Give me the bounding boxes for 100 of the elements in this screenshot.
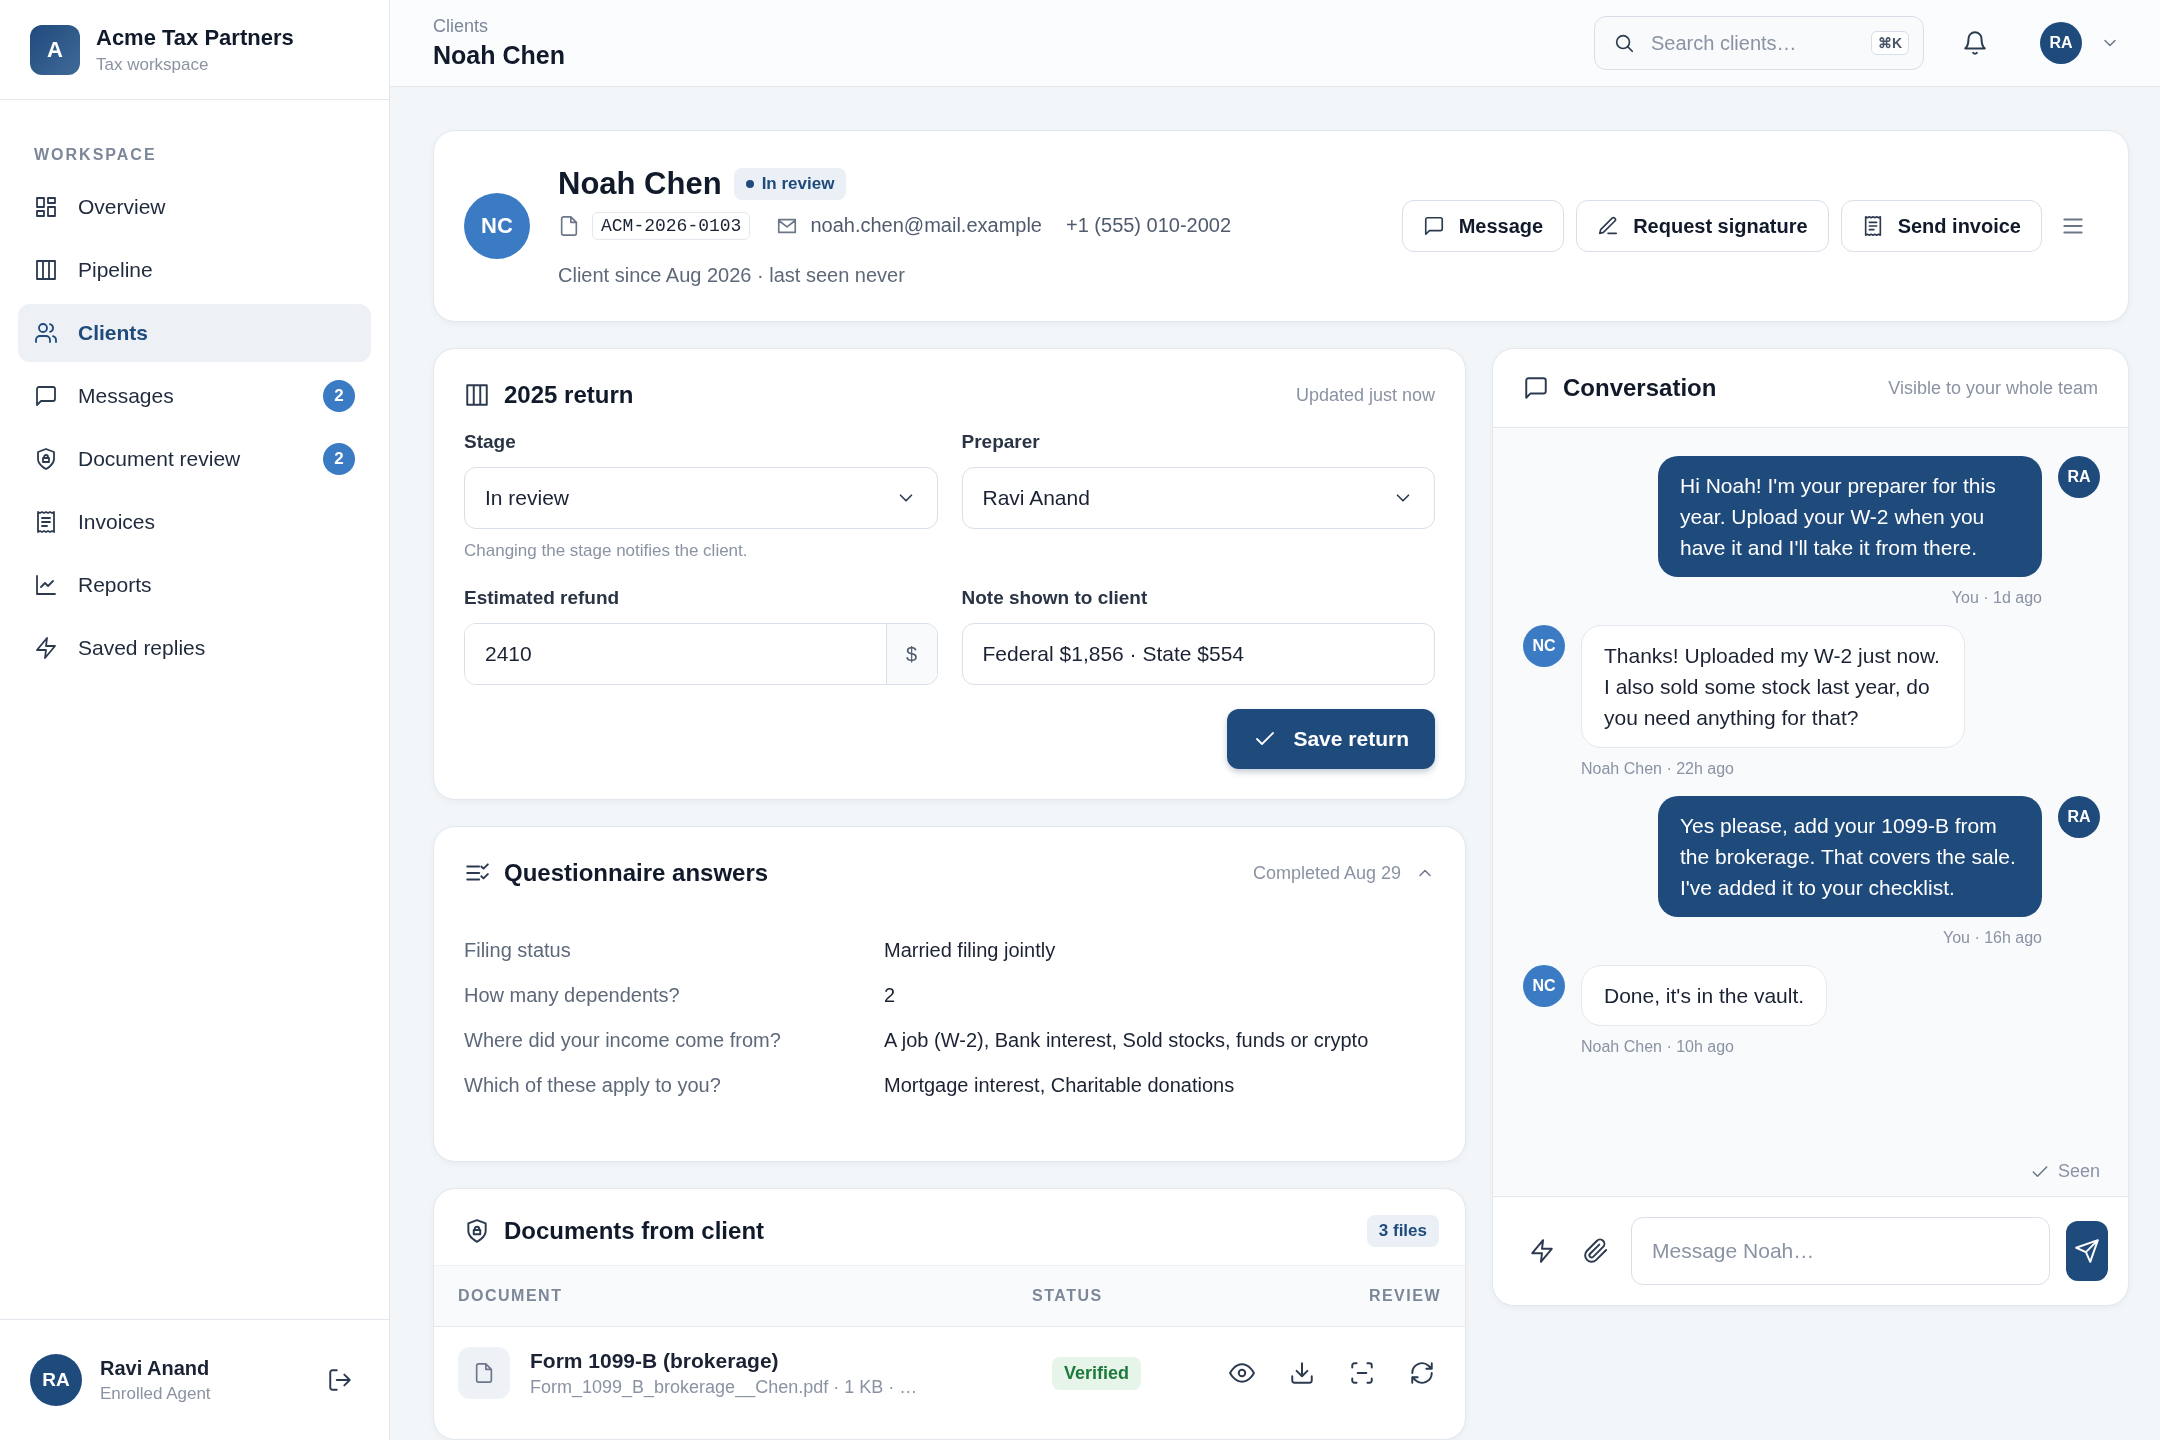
seen-status: Seen [2057,1161,2100,1182]
status-badge: Verified [1052,1356,1142,1390]
sender-avatar: NC [1523,965,1565,1007]
message-bubble: Done, it's in the vault. [1581,965,1828,1026]
search-box[interactable]: Search clients… ⌘K [1594,16,1924,70]
updated-note: Updated just now [1295,384,1435,406]
answer-text: 2 [884,984,897,1007]
brand-subtitle: Tax workspace [96,54,210,75]
answer-text: A job (W-2), Bank interest, Sold stocks, funds or crypto [884,1029,1370,1052]
file-icon [558,214,580,237]
action-button[interactable]: Message [1401,200,1565,252]
message-bubble: Hi Noah! I'm your preparer for this year. Upload your W-2 when you have it and I'll take it from there. [1658,456,2042,577]
card-title: Conversation [1563,374,1718,402]
user-role: Enrolled Agent [100,1383,212,1404]
message-meta: Noah Chen · 22h ago [1581,760,1734,778]
download-icon [1289,1360,1315,1386]
client-name: Noah Chen [558,165,722,202]
sender-avatar: NC [1523,625,1565,667]
field-label: Stage [464,431,517,453]
bell-icon [1962,30,1988,56]
completed-note: Completed Aug 29 [1252,862,1401,884]
grid-icon [34,195,58,219]
chat-icon [1523,375,1549,401]
action-button[interactable]: Send invoice [1840,200,2042,252]
lightning-icon [34,636,58,660]
preparer-select[interactable]: Ravi Anand [961,467,1435,529]
field-label: Note shown to client [961,587,1149,609]
field-label: Estimated refund [464,587,621,609]
question-text: Where did your income come from? [464,1029,782,1052]
brand-logo: A [30,24,80,75]
send-icon [2074,1238,2100,1264]
sender-avatar: RA [2058,456,2100,498]
message-meta: You · 1d ago [1951,589,2042,607]
send-button[interactable] [2066,1221,2108,1281]
scan-icon [1349,1360,1375,1386]
message-meta: Noah Chen · 10h ago [1581,1038,1734,1056]
action-button[interactable]: Request signature [1576,200,1829,252]
columns-icon [464,382,490,408]
column-header: DOCUMENT [458,1287,564,1305]
user-avatar: RA [30,1354,82,1406]
nav-item[interactable]: Document review 2 [18,430,371,488]
count-badge: 2 [323,380,355,412]
document-name[interactable]: Form 1099-B (brokerage) [530,1348,1032,1373]
message-field[interactable]: Message Noah… [1631,1217,2050,1285]
file-details: Form_1099_B_brokerage__Chen.pdf · 1 KB · … [530,1376,919,1398]
client-email[interactable]: noah.chen@mail.example [810,214,1042,237]
currency-addon: $ [885,624,937,684]
nav-item[interactable]: Clients [18,304,371,362]
visibility-note: Visible to your whole team [1888,377,2098,399]
lightning-icon [1529,1238,1555,1264]
card-title: 2025 return [504,381,635,409]
question-text: How many dependents? [464,984,681,1007]
message-meta: You · 16h ago [1942,929,2042,947]
page-title: Noah Chen [433,41,565,70]
paperclip-icon [1583,1238,1609,1264]
column-header: REVIEW [1368,1287,1441,1305]
columns-icon [34,258,58,282]
breadcrumb[interactable]: Clients [433,16,565,37]
shield-icon [464,1218,490,1244]
message-bubble: Thanks! Uploaded my W-2 just now. I also sold some stock last year, do you need anything for that? [1581,625,1965,748]
nav-item[interactable]: Reports [18,556,371,614]
client-id: ACM-2026-0103 [592,211,751,240]
card-title: Documents from client [504,1217,766,1245]
card-title: Questionnaire answers [504,859,770,887]
answer-text: Mortgage interest, Charitable donations [884,1074,1236,1097]
refund-field[interactable]: 2410 $ [464,623,938,685]
nav-item[interactable]: Messages 2 [18,367,371,425]
chat-icon [1422,215,1445,237]
refresh-icon [1409,1360,1435,1386]
answer-text: Married filing jointly [884,939,1057,962]
chart-icon [34,573,58,597]
field-hint: Changing the stage notifies the client. [464,541,749,561]
receipt-icon [34,510,58,534]
search-field[interactable]: Search clients… [1649,30,1857,56]
question-text: Which of these apply to you? [464,1074,722,1097]
sender-avatar: RA [2058,796,2100,838]
client-avatar: NC [464,193,530,259]
search-icon [1613,32,1635,54]
logout-icon [327,1367,353,1393]
status-badge: In review [733,167,847,200]
section-heading: WORKSPACE [34,146,158,164]
nav-item[interactable]: Pipeline [18,241,371,299]
user-name: Ravi Anand [100,1356,211,1380]
chat-icon [34,384,58,408]
column-header: STATUS [1032,1287,1104,1305]
users-icon [34,321,58,345]
view-icon [1229,1360,1255,1386]
nav-item[interactable]: Saved replies [18,619,371,677]
nav-item[interactable]: Invoices [18,493,371,551]
stage-select[interactable]: In review [464,467,938,529]
pen-icon [1597,215,1620,237]
field-label: Preparer [961,431,1041,453]
note-field[interactable]: Federal $1,856 · State $554 [961,623,1435,685]
count-badge: 2 [323,443,355,475]
save-button[interactable]: Save return [1227,709,1435,769]
client-phone: +1 (555) 010-2002 [1066,214,1232,237]
user-avatar[interactable]: RA [2040,22,2082,64]
nav-item[interactable]: Overview [18,178,371,236]
shield-icon [34,447,58,471]
shortcut-hint: ⌘K [1870,31,1909,55]
